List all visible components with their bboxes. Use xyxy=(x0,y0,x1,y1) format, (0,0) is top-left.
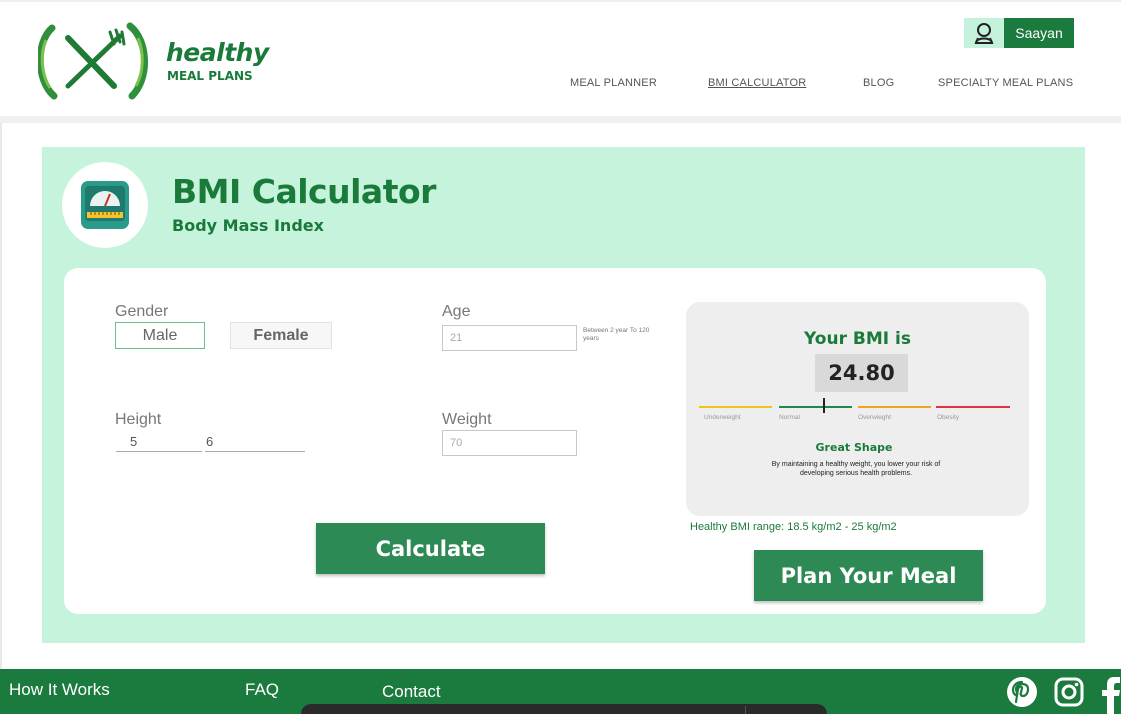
bmi-value: 24.80 xyxy=(815,354,908,392)
nav-specialty-meal-plans[interactable]: SPECIALTY MEAL PLANS xyxy=(938,77,1073,89)
site-header: healthy MEAL PLANS Saayan MEAL PLANNER B… xyxy=(0,0,1121,118)
weighing-scale-icon xyxy=(81,181,129,229)
footer-how-it-works-link[interactable]: How It Works xyxy=(9,680,110,700)
pinterest-icon[interactable] xyxy=(1006,676,1038,708)
fork-knife-logo-icon xyxy=(38,22,148,100)
age-label: Age xyxy=(442,303,471,320)
gender-male-button[interactable]: Male xyxy=(115,322,205,349)
gender-label: Gender xyxy=(115,303,169,320)
weight-label: Weight xyxy=(442,411,492,428)
facebook-icon[interactable] xyxy=(1101,676,1121,714)
footer-faq-link[interactable]: FAQ xyxy=(245,680,279,700)
height-inches-input[interactable]: 6 xyxy=(205,434,305,452)
page-title: BMI Calculator xyxy=(172,172,436,211)
bmi-status: Great Shape xyxy=(815,441,893,454)
age-hint: Between 2 year To 120 years xyxy=(583,327,650,342)
scale-label-obesity: Obesity xyxy=(937,414,960,421)
scale-label-normal: Normal xyxy=(779,414,800,421)
healthy-bmi-range: Healthy BMI range: 18.5 kg/m2 - 25 kg/m2 xyxy=(690,521,897,533)
age-input[interactable]: 21 xyxy=(442,325,577,351)
height-label: Height xyxy=(115,411,162,428)
user-icon[interactable] xyxy=(964,18,1004,48)
nav-blog[interactable]: BLOG xyxy=(863,77,894,89)
logo-subtitle: MEAL PLANS xyxy=(167,69,253,83)
calculate-button[interactable]: Calculate xyxy=(316,523,545,574)
footer-contact-link[interactable]: Contact xyxy=(382,682,441,702)
user-name[interactable]: Saayan xyxy=(1004,18,1074,48)
page-subtitle: Body Mass Index xyxy=(172,216,324,235)
bottom-overlay-bar xyxy=(301,704,827,714)
bmi-marker xyxy=(823,398,825,413)
weight-input[interactable]: 70 xyxy=(442,430,577,456)
gender-female-button[interactable]: Female xyxy=(230,322,332,349)
bottom-overlay-divider xyxy=(745,706,746,714)
scale-segment-normal xyxy=(779,406,852,408)
nav-bmi-calculator[interactable]: BMI CALCULATOR xyxy=(708,77,806,89)
bmi-result-card: Your BMI is 24.80 Underweight Normal Ove… xyxy=(686,302,1029,516)
instagram-icon[interactable] xyxy=(1053,676,1085,708)
height-feet-input[interactable]: 5 xyxy=(116,434,202,452)
bmi-description: By maintaining a healthy weight, you low… xyxy=(771,461,941,477)
header-divider xyxy=(0,116,1121,123)
scale-label-underweight: Underweight xyxy=(704,414,741,421)
scale-badge xyxy=(62,162,148,248)
logo[interactable]: healthy MEAL PLANS xyxy=(38,22,278,102)
user-menu[interactable]: Saayan xyxy=(964,18,1074,48)
scale-label-overweight: Overwieght xyxy=(858,414,891,421)
nav-meal-planner[interactable]: MEAL PLANNER xyxy=(570,77,657,89)
logo-wordmark: healthy xyxy=(166,38,269,67)
plan-your-meal-button[interactable]: Plan Your Meal xyxy=(754,550,983,601)
bmi-result-title: Your BMI is xyxy=(804,329,911,349)
scale-segment-obesity xyxy=(936,406,1010,408)
scale-segment-underweight xyxy=(699,406,772,408)
scale-segment-overweight xyxy=(858,406,931,408)
